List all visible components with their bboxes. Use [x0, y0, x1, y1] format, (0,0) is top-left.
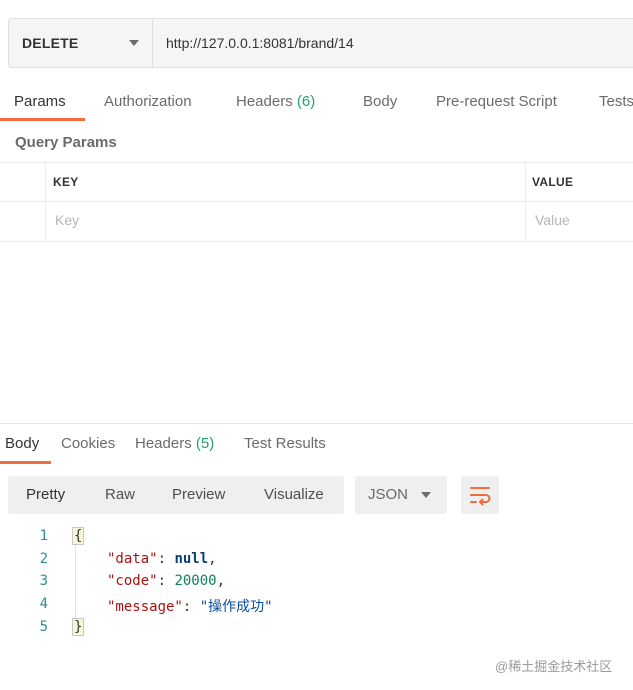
tab-label: Headers [135, 435, 192, 452]
request-tabs: Params Authorization Headers (6) Body Pr… [0, 88, 633, 122]
line-number: 2 [39, 551, 48, 567]
line-number: 4 [39, 596, 48, 612]
raw-button[interactable]: Raw [105, 486, 135, 503]
json-key: "data" [107, 551, 158, 567]
response-divider[interactable] [0, 423, 633, 424]
method-select[interactable]: DELETE [9, 19, 153, 67]
json-value: "操作成功" [199, 599, 273, 615]
method-label: DELETE [22, 35, 79, 51]
request-bar: DELETE http://127.0.0.1:8081/brand/14 [8, 18, 633, 68]
format-label: JSON [368, 486, 409, 503]
indent-guide [75, 537, 76, 626]
tab-cookies[interactable]: Cookies [61, 435, 115, 452]
json-key: "message" [107, 599, 183, 615]
watermark: @稀土掘金技术社区 [495, 659, 613, 674]
tab-label: Headers [236, 93, 293, 110]
tab-label: Body [363, 93, 398, 110]
active-tab-indicator [0, 118, 85, 121]
url-input[interactable]: http://127.0.0.1:8081/brand/14 [166, 35, 354, 51]
json-line: "code": 20000, [107, 573, 226, 589]
json-line: "message": "操作成功" [107, 599, 273, 615]
view-mode-bar: Pretty Raw Preview Visualize [8, 476, 344, 514]
open-brace: { [71, 527, 85, 545]
tab-params[interactable]: Params [14, 93, 66, 110]
key-column-header: KEY [53, 175, 79, 189]
wrap-lines-button[interactable] [461, 476, 499, 514]
active-tab-indicator [0, 461, 51, 464]
tab-label: Params [14, 93, 66, 110]
format-select[interactable]: JSON [355, 476, 447, 514]
query-params-table: KEY VALUE Key Value [0, 162, 633, 242]
line-number: 5 [39, 619, 48, 635]
row-divider [0, 201, 633, 202]
line-number: 1 [39, 528, 48, 544]
tab-count: (5) [195, 435, 215, 452]
tab-headers[interactable]: Headers (6) [236, 93, 315, 110]
json-value: 20000 [174, 573, 217, 589]
tab-label: Authorization [104, 93, 192, 110]
key-input[interactable]: Key [55, 212, 79, 228]
line-number: 3 [39, 573, 48, 589]
pretty-button[interactable]: Pretty [26, 486, 65, 503]
tab-test-results[interactable]: Test Results [244, 435, 326, 452]
visualize-button[interactable]: Visualize [264, 486, 324, 503]
value-column-header: VALUE [532, 175, 574, 189]
tab-response-body[interactable]: Body [5, 435, 39, 452]
chevron-down-icon [421, 492, 431, 498]
tab-label: Tests [599, 93, 633, 110]
tab-label: Test Results [244, 435, 326, 452]
tab-tests[interactable]: Tests [599, 93, 633, 110]
preview-button[interactable]: Preview [172, 486, 225, 503]
tab-label: Body [5, 435, 40, 452]
tab-count: (6) [296, 93, 316, 110]
response-tabs: Body Cookies Headers (5) Test Results [0, 431, 633, 465]
column-divider [525, 163, 526, 241]
json-key: "code" [107, 573, 158, 589]
response-body-editor[interactable]: 1 2 3 4 5 { "data": null, "code": 20000,… [0, 526, 633, 646]
wrap-lines-icon [470, 487, 491, 506]
tab-authorization[interactable]: Authorization [104, 93, 192, 110]
chevron-down-icon [129, 40, 139, 46]
tab-label: Pre-request Script [436, 93, 557, 110]
tab-pre-request-script[interactable]: Pre-request Script [436, 93, 557, 110]
tab-body[interactable]: Body [363, 93, 397, 110]
close-brace: } [71, 618, 85, 636]
query-params-title: Query Params [15, 134, 117, 151]
tab-response-headers[interactable]: Headers (5) [135, 435, 214, 452]
column-divider [45, 163, 46, 241]
json-value: null [174, 551, 209, 567]
json-line: "data": null, [107, 551, 217, 567]
tab-label: Cookies [61, 435, 116, 452]
value-input[interactable]: Value [535, 212, 570, 228]
